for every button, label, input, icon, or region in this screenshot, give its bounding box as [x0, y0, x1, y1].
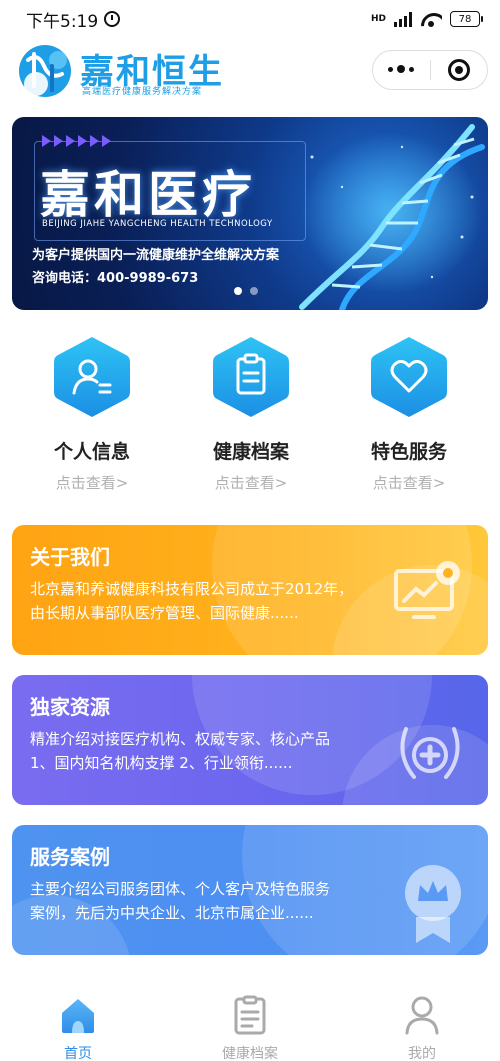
- network-type: HD: [370, 13, 386, 24]
- banner-carousel[interactable]: 嘉和医疗 BEIJING JIAHE YANGCHENG HEALTH TECH…: [12, 117, 488, 310]
- quick-label: 个人信息: [53, 441, 130, 463]
- quick-sublabel: 点击查看>: [372, 474, 446, 492]
- tab-home[interactable]: 首页: [18, 995, 138, 1061]
- banner-title: 嘉和医疗: [40, 166, 256, 224]
- quick-health-record[interactable]: 健康档案 点击查看>: [186, 335, 316, 493]
- home-icon: [62, 999, 94, 1033]
- carousel-indicator: [234, 287, 258, 295]
- battery-level: 78: [458, 13, 472, 25]
- bottom-tab-bar: 首页 健康档案 我的: [0, 985, 500, 1061]
- battery-icon: 78: [450, 11, 483, 27]
- quick-personal-info[interactable]: 个人信息 点击查看>: [27, 335, 157, 493]
- tab-mine[interactable]: 我的: [362, 995, 482, 1061]
- laurel-cross-icon: [400, 727, 460, 779]
- more-menu-button[interactable]: [373, 65, 430, 74]
- person-card-icon: [54, 337, 130, 417]
- wifi-icon: [420, 11, 442, 27]
- brand-logo-icon: [19, 45, 71, 97]
- app-header: 嘉和恒生 高端医疗健康服务解决方案: [0, 38, 500, 106]
- clipboard-icon: [213, 337, 289, 417]
- alarm-icon: [104, 11, 121, 27]
- tab-label: 首页: [64, 1046, 92, 1061]
- more-dots-icon: [388, 66, 394, 72]
- carousel-dot[interactable]: [250, 287, 258, 295]
- tab-label: 健康档案: [222, 1046, 278, 1061]
- card-about-us[interactable]: 关于我们 北京嘉和养诚健康科技有限公司成立于2012年， 由长期从事部队医疗管理…: [12, 525, 488, 655]
- quick-entries: 个人信息 点击查看> 健康档案 点击查看> 特色服务 点击查看>: [0, 335, 500, 500]
- brand-subtitle: 高端医疗健康服务解决方案: [82, 87, 203, 97]
- banner-english: BEIJING JIAHE YANGCHENG HEALTH TECHNOLOG…: [42, 219, 273, 229]
- banner-tagline: 为客户提供国内一流健康维护全维解决方案: [32, 248, 280, 263]
- crown-badge-icon: [405, 865, 461, 943]
- card-service-cases[interactable]: 服务案例 主要介绍公司服务团体、个人客户及特色服务 案例，先后为中央企业、北京市…: [12, 825, 488, 955]
- heart-icon: [371, 337, 447, 417]
- document-icon: [234, 995, 266, 1035]
- close-miniprogram-button[interactable]: [431, 59, 488, 81]
- user-icon: [405, 996, 439, 1035]
- quick-special-service[interactable]: 特色服务 点击查看>: [344, 335, 474, 493]
- quick-label: 特色服务: [370, 441, 447, 463]
- quick-label: 健康档案: [212, 441, 289, 463]
- quick-sublabel: 点击查看>: [55, 474, 129, 492]
- arrow-deco-icon: [42, 135, 111, 147]
- carousel-dot-active[interactable]: [234, 287, 242, 295]
- monitor-gear-icon: [394, 561, 460, 619]
- tab-label: 我的: [408, 1046, 436, 1061]
- miniprogram-capsule: [372, 50, 488, 90]
- status-time: 下午5:19: [26, 11, 99, 32]
- quick-sublabel: 点击查看>: [214, 474, 288, 492]
- dna-helix-icon: [299, 124, 485, 310]
- signal-icon: [394, 11, 412, 27]
- status-bar: 下午5:19 HD 78: [0, 0, 500, 38]
- banner-phone: 咨询电话：400-9989-673: [32, 271, 199, 286]
- target-icon: [447, 59, 470, 81]
- card-exclusive-resources[interactable]: 独家资源 精准介绍对接医疗机构、权威专家、核心产品 1、国内知名机构支撑 2、行…: [12, 675, 488, 805]
- tab-health-record[interactable]: 健康档案: [190, 995, 310, 1061]
